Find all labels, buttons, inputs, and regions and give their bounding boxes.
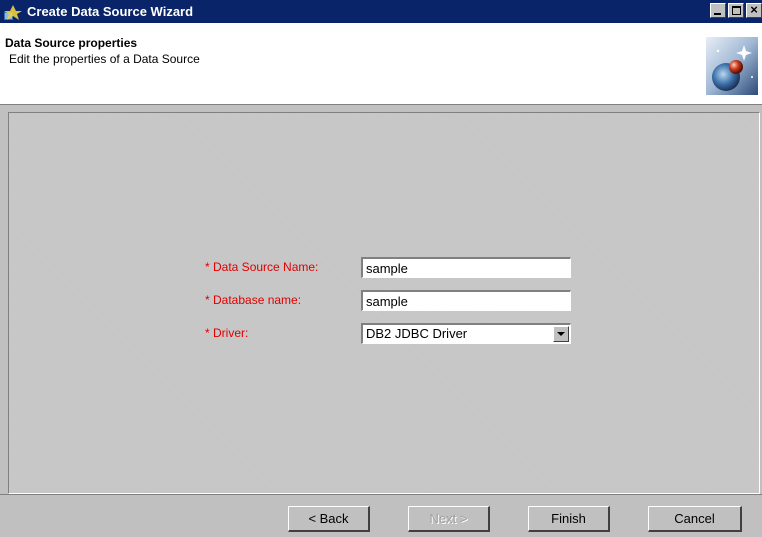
title-bar[interactable]: Create Data Source Wizard ×	[0, 0, 762, 23]
next-button[interactable]: Next >	[408, 506, 490, 532]
driver-selected-value: DB2 JDBC Driver	[366, 326, 468, 341]
cancel-button[interactable]: Cancel	[648, 506, 742, 532]
maximize-button[interactable]	[728, 3, 744, 18]
back-button[interactable]: < Back	[288, 506, 370, 532]
driver-label: * Driver:	[205, 326, 249, 340]
minimize-button[interactable]	[710, 3, 726, 18]
page-title: Data Source properties	[5, 36, 138, 50]
chevron-down-icon[interactable]	[553, 326, 569, 342]
driver-select[interactable]: DB2 JDBC Driver	[361, 323, 571, 344]
window-title: Create Data Source Wizard	[27, 4, 194, 19]
data-source-name-field[interactable]	[361, 257, 571, 278]
finish-button[interactable]: Finish	[528, 506, 610, 532]
page-description: Edit the properties of a Data Source	[9, 52, 200, 66]
properties-panel: * Data Source Name: * Database name: * D…	[8, 112, 760, 494]
window-controls: ×	[708, 3, 762, 18]
wizard-button-bar: < Back Next > Finish Cancel	[0, 494, 762, 537]
wizard-header: Data Source properties Edit the properti…	[0, 23, 762, 105]
wizard-app-icon	[2, 2, 24, 22]
data-source-name-label: * Data Source Name:	[205, 260, 319, 274]
globe-sparkle-icon	[706, 37, 758, 95]
database-name-label: * Database name:	[205, 293, 302, 307]
wizard-window: Create Data Source Wizard × Data Source …	[0, 0, 762, 537]
close-button[interactable]: ×	[746, 3, 762, 18]
database-name-field[interactable]	[361, 290, 571, 311]
